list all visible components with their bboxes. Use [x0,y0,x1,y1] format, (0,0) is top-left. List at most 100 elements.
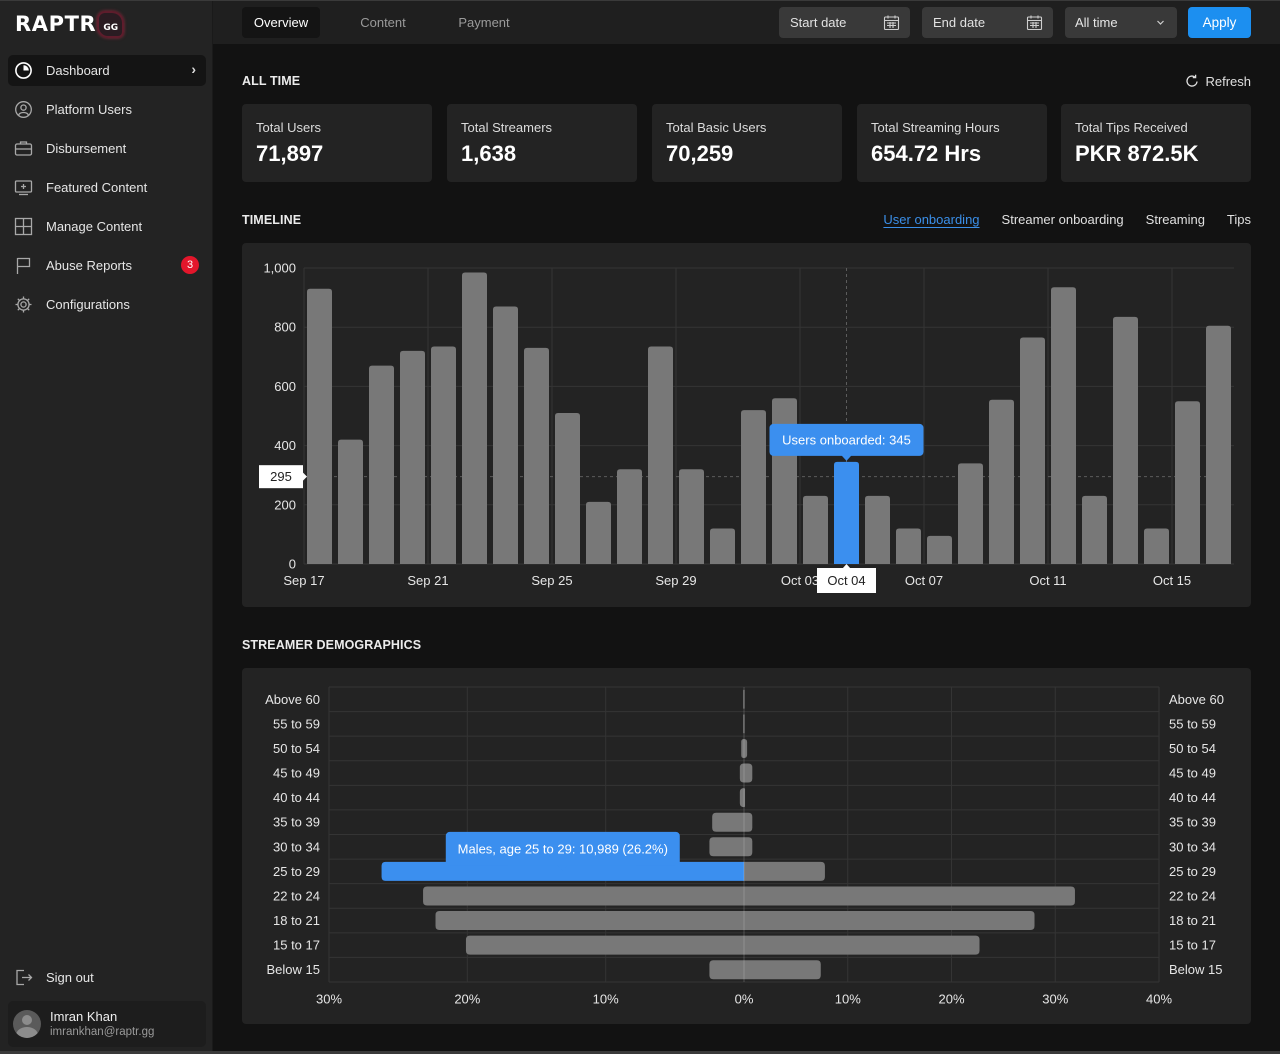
briefcase-icon [14,139,33,158]
bar-sep-23[interactable] [493,306,518,564]
sidebar-item-platform-users[interactable]: Platform Users [8,94,206,125]
male-bar-below-15[interactable] [709,960,744,980]
row-label-right: 45 to 49 [1169,766,1216,781]
female-bar-22-to-24[interactable] [744,886,1075,906]
stat-value: PKR 872.5K [1075,141,1199,166]
top-bar: Overview Content Payment All time Apply [213,0,1280,44]
stat-label: Total Streamers [461,120,553,135]
row-label-right: 30 to 34 [1169,839,1216,854]
row-label-left: 50 to 54 [273,741,320,756]
bar-oct-11[interactable] [1051,287,1076,564]
sign-out-icon [14,968,33,987]
male-bar-45-to-49[interactable] [739,763,744,783]
bar-oct-01[interactable] [741,410,766,564]
bar-sep-20[interactable] [400,350,425,564]
row-label-right: 15 to 17 [1169,938,1216,953]
bar-oct-08[interactable] [958,463,983,564]
bar-oct-05[interactable] [865,495,890,564]
tab-content[interactable]: Content [342,7,424,38]
bar-oct-15[interactable] [1175,401,1200,564]
tab-user-onboarding[interactable]: User onboarding [883,212,979,228]
apply-button[interactable]: Apply [1188,7,1251,38]
female-bar-45-to-49[interactable] [744,763,753,783]
start-date-field[interactable] [779,7,910,38]
sidebar-item-featured-content[interactable]: Featured Content [8,172,206,203]
timeline-bar-chart[interactable]: 0 200 400 600 800 1,000 Sep 17 Sep 21 Sep 25 Sep … [242,243,1251,607]
bar-oct-09[interactable] [989,399,1014,564]
bar-oct-03[interactable] [803,495,828,564]
app-logo[interactable]: RAPTR GG [15,9,125,39]
sidebar-item-configurations[interactable]: Configurations [8,289,206,320]
bar-sep-26[interactable] [586,501,611,564]
female-bar-18-to-21[interactable] [744,911,1035,931]
tab-tips[interactable]: Tips [1227,212,1251,228]
date-range-selected: All time [1075,15,1118,30]
sidebar-item-disbursement[interactable]: Disbursement [8,133,206,164]
bar-sep-19[interactable] [369,365,394,564]
timeline-heading: TIMELINE [242,213,302,227]
sidebar-item-manage-content[interactable]: Manage Content [8,211,206,242]
row-label-right: Below 15 [1169,962,1222,977]
female-bar-25-to-29[interactable] [744,861,825,881]
bar-sep-30[interactable] [710,528,735,564]
bar-sep-21[interactable] [431,346,456,564]
female-bar-below-15[interactable] [744,960,821,980]
bar-sep-27[interactable] [617,469,642,564]
male-bar-22-to-24[interactable] [423,886,744,906]
bar-oct-07[interactable] [927,535,952,564]
sign-out-button[interactable]: Sign out [8,962,206,993]
bar-oct-16[interactable] [1206,325,1231,564]
x-tick-label: 20% [454,992,480,1007]
bar-sep-28[interactable] [648,346,673,564]
stat-value: 654.72 Hrs [871,141,982,166]
tab-streamer-onboarding[interactable]: Streamer onboarding [1002,212,1124,228]
male-bar-18-to-21[interactable] [435,911,744,931]
x-tick-label: Oct 11 [1029,573,1066,588]
sidebar-item-dashboard[interactable]: Dashboard › [8,55,206,86]
bar-sep-18[interactable] [338,439,363,564]
tab-payment[interactable]: Payment [443,7,525,38]
stat-value: 71,897 [256,141,324,166]
bar-sep-24[interactable] [524,347,549,564]
avatar-body [16,1027,38,1038]
bar-oct-13[interactable] [1113,316,1138,564]
flag-icon [14,256,33,275]
bar-oct-04[interactable] [834,461,859,564]
tab-overview[interactable]: Overview [242,7,320,38]
sidebar-item-label: Manage Content [46,219,143,234]
row-label-right: 18 to 21 [1169,913,1216,928]
user-profile-card[interactable]: Imran Khan imrankhan@raptr.gg [8,1001,206,1047]
calendar-icon[interactable] [1026,14,1043,31]
end-date-field[interactable] [922,7,1053,38]
bar-sep-22[interactable] [462,272,487,564]
bar-oct-06[interactable] [896,528,921,564]
female-bar-30-to-34[interactable] [744,837,753,857]
bar-oct-10[interactable] [1020,337,1045,564]
timeline-tabs: User onboarding Streamer onboarding Stre… [883,212,1251,228]
male-bar-30-to-34[interactable] [709,837,744,857]
x-tick-label: Sep 29 [655,573,696,588]
date-range-select[interactable]: All time [1065,7,1177,38]
calendar-icon[interactable] [883,14,900,31]
timeline-chart-panel: 0 200 400 600 800 1,000 Sep 17 Sep 21 Sep 25 Sep … [242,243,1251,607]
male-bar-15-to-17[interactable] [465,935,744,955]
bar-oct-14[interactable] [1144,528,1169,564]
female-bar-15-to-17[interactable] [744,935,980,955]
bar-sep-17[interactable] [307,288,332,564]
bar-oct-12[interactable] [1082,495,1107,564]
bar-tooltip-pointer [841,455,852,461]
avatar-head [22,1015,32,1025]
refresh-button[interactable]: Refresh [1185,73,1251,89]
bar-sep-29[interactable] [679,469,704,564]
tab-streaming[interactable]: Streaming [1146,212,1205,228]
x-tick-label: Sep 17 [283,573,324,588]
sign-out-label: Sign out [46,970,94,985]
female-bar-35-to-39[interactable] [744,812,753,832]
bar-sep-25[interactable] [555,413,580,564]
male-bar-35-to-39[interactable] [712,812,744,832]
bar-oct-02[interactable] [772,398,797,564]
demographics-pyramid-chart[interactable]: 30% 20% 10% 0% 10% 20% 30% 40% Above 60 Above 60 5… [242,668,1251,1024]
sidebar-item-abuse-reports[interactable]: Abuse Reports 3 [8,250,206,281]
refresh-label: Refresh [1205,73,1251,89]
male-bar-40-to-44[interactable] [739,788,744,808]
